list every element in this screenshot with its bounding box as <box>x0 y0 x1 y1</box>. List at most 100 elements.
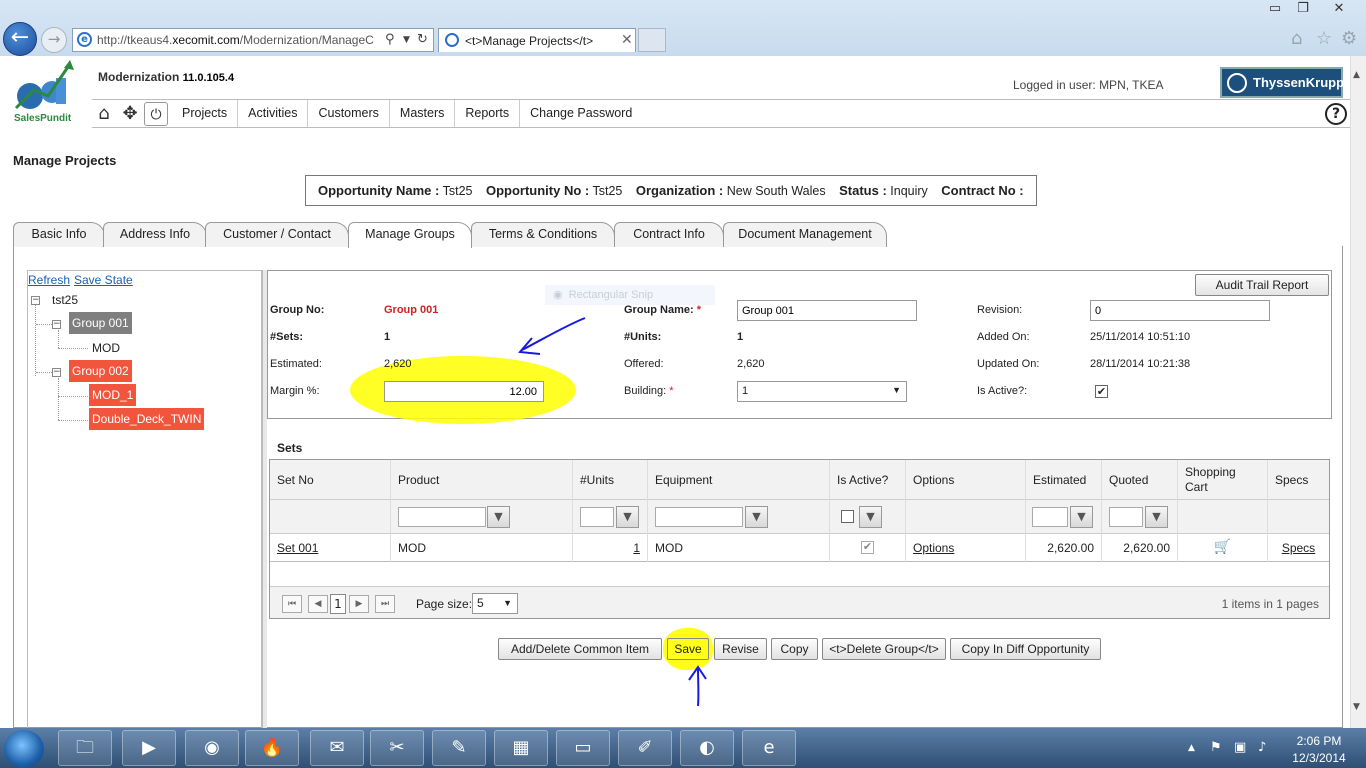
delete-group-button[interactable]: <t>Delete Group</t> <box>822 638 946 660</box>
help-icon[interactable]: ? <box>1325 103 1347 125</box>
back-button[interactable]: ← <box>3 22 37 56</box>
group-name-input[interactable] <box>737 300 917 321</box>
address-bar[interactable]: e http://tkeaus4.xecomit.com/Modernizati… <box>72 28 434 52</box>
volume-icon[interactable]: ♪ <box>1258 740 1266 755</box>
is-active-filter-checkbox[interactable] <box>841 510 854 523</box>
tree-collapse-icon[interactable]: − <box>31 296 40 305</box>
col-quoted[interactable]: Quoted <box>1102 460 1178 500</box>
units-filter-input[interactable] <box>580 507 614 527</box>
media-player-icon[interactable]: ▶ <box>122 730 176 766</box>
tab-contract-info[interactable]: Contract Info <box>614 222 724 247</box>
explorer-icon[interactable]: 🗀 <box>58 730 112 766</box>
tab-terms-conditions[interactable]: Terms & Conditions <box>471 222 615 247</box>
page-size-select[interactable]: 5 ▼ <box>472 593 518 614</box>
tree-collapse-icon[interactable]: − <box>52 320 61 329</box>
filter-icon[interactable]: ▼ <box>1145 506 1168 528</box>
next-page-icon[interactable]: ▶ <box>349 595 369 613</box>
units-link[interactable]: 1 <box>633 541 640 555</box>
tree-root[interactable]: tst25 <box>52 293 78 307</box>
firefox-icon[interactable]: ◐ <box>680 730 734 766</box>
col-specs[interactable]: Specs <box>1268 460 1329 500</box>
menu-change-password[interactable]: Change Password <box>520 100 642 127</box>
browser-tab[interactable]: <t>Manage Projects</t> ✕ <box>438 28 636 52</box>
save-button[interactable]: Save <box>667 638 709 660</box>
restore-icon[interactable]: ❐ <box>1290 0 1316 17</box>
tree-collapse-icon[interactable]: − <box>52 368 61 377</box>
clock-date[interactable]: 12/3/2014 <box>1286 751 1352 765</box>
menu-reports[interactable]: Reports <box>455 100 521 127</box>
refresh-link[interactable]: Refresh <box>28 273 70 287</box>
filter-icon[interactable]: ▼ <box>616 506 639 528</box>
network-icon[interactable]: ▣ <box>1234 740 1246 755</box>
close-window-icon[interactable]: ✕ <box>1326 0 1352 17</box>
save-state-link[interactable]: Save State <box>74 273 133 287</box>
tab-address-info[interactable]: Address Info <box>103 222 207 247</box>
tab-manage-groups[interactable]: Manage Groups <box>348 222 472 248</box>
filter-icon[interactable]: ▼ <box>487 506 510 528</box>
specs-link[interactable]: Specs <box>1282 541 1315 555</box>
col-set-no[interactable]: Set No <box>270 460 391 500</box>
tab-customer-contact[interactable]: Customer / Contact <box>205 222 349 247</box>
menu-customers[interactable]: Customers <box>308 100 390 127</box>
revision-input[interactable] <box>1090 300 1270 321</box>
tree-node-double-deck-twin[interactable]: Double_Deck_TWIN <box>89 408 205 430</box>
page-number[interactable]: 1 <box>330 594 346 614</box>
col-product[interactable]: Product <box>391 460 573 500</box>
audit-trail-report-button[interactable]: Audit Trail Report <box>1195 274 1329 296</box>
document-icon[interactable]: ▦ <box>494 730 548 766</box>
last-page-icon[interactable]: ⏭ <box>375 595 395 613</box>
page-scrollbar[interactable]: ▲ ▼ <box>1350 56 1366 728</box>
notepad-icon[interactable]: ✐ <box>618 730 672 766</box>
tree-node-group-001[interactable]: Group 001 <box>69 312 132 334</box>
building-select[interactable]: 1 ▼ <box>737 381 907 402</box>
set-no-link[interactable]: Set 001 <box>277 541 318 555</box>
filter-icon[interactable]: ▼ <box>745 506 768 528</box>
col-options[interactable]: Options <box>906 460 1026 500</box>
menu-activities[interactable]: Activities <box>238 100 309 127</box>
favorites-star-icon[interactable]: ☆ <box>1316 28 1332 49</box>
tab-document-management[interactable]: Document Management <box>723 222 887 247</box>
tab-close-icon[interactable]: ✕ <box>621 32 633 48</box>
prev-page-icon[interactable]: ◀ <box>308 595 328 613</box>
col-is-active[interactable]: Is Active? <box>830 460 906 500</box>
quoted-filter-input[interactable] <box>1109 507 1143 527</box>
minimize-icon[interactable]: ▭ <box>1262 0 1288 17</box>
home-icon[interactable]: ⌂ <box>1291 28 1302 49</box>
forward-button[interactable]: → <box>41 27 67 53</box>
clock-time[interactable]: 2:06 PM <box>1294 734 1344 748</box>
refresh-icon[interactable]: ↻ <box>417 32 428 47</box>
tray-expand-icon[interactable]: ▲ <box>1188 743 1195 753</box>
first-page-icon[interactable]: ⏮ <box>282 595 302 613</box>
menu-projects[interactable]: Projects <box>172 100 239 127</box>
scroll-up-icon[interactable]: ▲ <box>1353 70 1360 80</box>
add-delete-common-item-button[interactable]: Add/Delete Common Item <box>498 638 662 660</box>
tree-node-mod-1[interactable]: MOD_1 <box>89 384 137 406</box>
copy-button[interactable]: Copy <box>771 638 818 660</box>
tab-basic-info[interactable]: Basic Info <box>13 222 105 247</box>
filter-icon[interactable]: ▼ <box>1070 506 1093 528</box>
tree-node-mod[interactable]: MOD <box>92 341 120 355</box>
product-filter-input[interactable] <box>398 507 486 527</box>
thunderbird-icon[interactable]: ✉ <box>310 730 364 766</box>
tools-icon[interactable]: ✂ <box>370 730 424 766</box>
margin-input[interactable] <box>384 381 544 402</box>
paint-icon[interactable]: ✎ <box>432 730 486 766</box>
tree-node-group-002[interactable]: Group 002 <box>69 360 132 382</box>
internet-explorer-icon[interactable]: e <box>742 730 796 766</box>
command-prompt-icon[interactable]: ▭ <box>556 730 610 766</box>
chrome-icon[interactable]: ◉ <box>185 730 239 766</box>
revise-button[interactable]: Revise <box>714 638 767 660</box>
address-url[interactable]: http://tkeaus4.xecomit.com/Modernization… <box>97 33 374 47</box>
col-units[interactable]: #Units <box>573 460 648 500</box>
options-link[interactable]: Options <box>913 541 954 555</box>
firefox-alt-icon[interactable]: 🔥 <box>245 730 299 766</box>
action-center-icon[interactable]: ⚑ <box>1210 740 1222 755</box>
new-tab-button[interactable] <box>638 28 666 52</box>
dropdown-icon[interactable]: ▼ <box>403 35 410 45</box>
estimated-filter-input[interactable] <box>1032 507 1068 527</box>
start-button[interactable] <box>4 730 44 768</box>
copy-in-diff-opportunity-button[interactable]: Copy In Diff Opportunity <box>950 638 1101 660</box>
col-estimated[interactable]: Estimated <box>1026 460 1102 500</box>
power-icon[interactable]: ⏻ <box>144 102 168 126</box>
table-row[interactable]: Set 001 MOD 1 MOD ✔ Options 2,620.00 2,6… <box>270 534 1329 562</box>
